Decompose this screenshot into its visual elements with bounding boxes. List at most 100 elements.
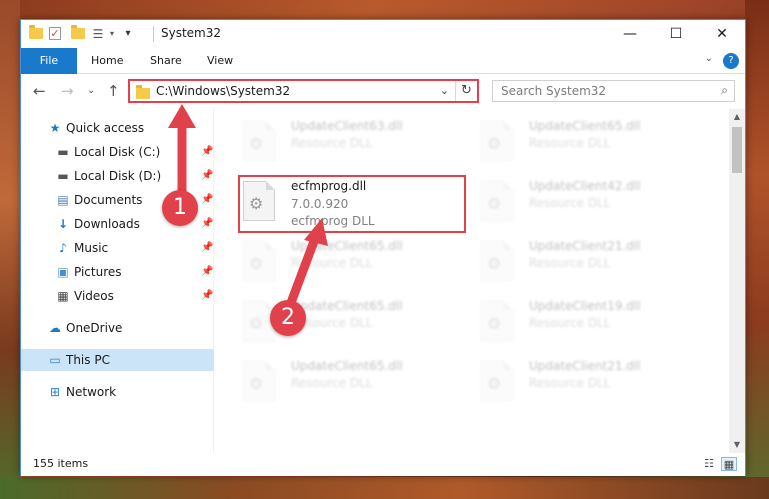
file-name: UpdateClient65.dll bbox=[291, 239, 403, 253]
file-type: Resource DLL bbox=[529, 316, 611, 330]
tab-home[interactable]: Home bbox=[91, 48, 123, 74]
scroll-up-icon[interactable]: ▲ bbox=[729, 109, 745, 125]
file-name: UpdateClient21.dll bbox=[529, 359, 641, 373]
cloud-icon: ☁ bbox=[49, 321, 61, 335]
music-icon: ♪ bbox=[59, 241, 67, 255]
dll-file-icon: ⚙ bbox=[481, 301, 513, 341]
new-folder-icon[interactable] bbox=[71, 25, 85, 41]
dll-file-icon: ⚙ bbox=[481, 241, 513, 281]
customize-icon[interactable]: ☰ bbox=[91, 27, 105, 41]
sidebar-item-local-disk-c[interactable]: ▬ Local Disk (C:) 📌 bbox=[21, 141, 214, 163]
search-input[interactable]: Search System32 ⌕ bbox=[492, 80, 735, 102]
pin-icon: 📌 bbox=[201, 218, 214, 229]
scroll-thumb[interactable] bbox=[732, 127, 742, 173]
maximize-button[interactable]: ☐ bbox=[653, 20, 699, 48]
folder-icon bbox=[29, 25, 43, 41]
status-bar: 155 items ☷ ▦ bbox=[21, 453, 745, 476]
list-item[interactable]: ⚙ UpdateClient21.dll Resource DLL bbox=[481, 239, 701, 291]
chevron-down-icon[interactable]: ▾ bbox=[105, 27, 119, 41]
desktop-background-left bbox=[0, 0, 20, 499]
videos-icon: ▦ bbox=[57, 289, 69, 303]
callout-step-1: 1 bbox=[162, 190, 198, 226]
sidebar-item-music[interactable]: ♪ Music 📌 bbox=[21, 237, 214, 259]
details-view-icon[interactable]: ☷ bbox=[701, 457, 717, 471]
sidebar-item-label: Local Disk (C:) bbox=[74, 145, 161, 159]
dll-file-icon: ⚙ bbox=[481, 181, 513, 221]
pin-icon: 📌 bbox=[201, 194, 214, 205]
sidebar-item-label: This PC bbox=[66, 353, 110, 367]
search-icon[interactable]: ⌕ bbox=[721, 83, 728, 98]
tab-view[interactable]: View bbox=[207, 48, 233, 74]
drive-icon: ▬ bbox=[57, 169, 69, 183]
pin-icon: 📌 bbox=[201, 290, 214, 301]
dll-file-icon: ⚙ bbox=[243, 361, 275, 401]
file-name: UpdateClient19.dll bbox=[529, 299, 641, 313]
list-item[interactable]: ⚙ UpdateClient19.dll Resource DLL bbox=[481, 299, 701, 351]
dll-file-icon: ⚙ bbox=[243, 241, 275, 281]
large-icons-view-icon[interactable]: ▦ bbox=[721, 457, 737, 471]
file-name: UpdateClient65.dll bbox=[291, 299, 403, 313]
sidebar-item-this-pc[interactable]: ▭ This PC bbox=[21, 349, 214, 371]
file-name: UpdateClient65.dll bbox=[529, 119, 641, 133]
pictures-icon: ▣ bbox=[57, 265, 69, 279]
list-item[interactable]: ⚙ UpdateClient65.dll Resource DLL bbox=[481, 119, 701, 171]
sidebar-item-label: Downloads bbox=[74, 217, 140, 231]
sidebar-item-label: Videos bbox=[74, 289, 114, 303]
network-icon: ⊞ bbox=[49, 385, 61, 399]
vertical-scrollbar[interactable]: ▲ ▼ bbox=[729, 109, 745, 453]
quick-access-toolbar-dropdown-icon[interactable]: ▾ bbox=[121, 27, 135, 41]
sidebar-item-network[interactable]: ⊞ Network bbox=[21, 381, 214, 403]
properties-icon[interactable]: ✓ bbox=[49, 27, 61, 40]
title-bar: ✓ ☰ ▾ ▾ System32 — ☐ ✕ bbox=[21, 20, 745, 48]
help-icon[interactable]: ? bbox=[723, 53, 739, 69]
pin-icon: 📌 bbox=[201, 146, 214, 157]
address-dropdown-icon[interactable]: ⌄ bbox=[440, 84, 449, 97]
dll-file-icon: ⚙ bbox=[243, 121, 275, 161]
file-explorer-window: ✓ ☰ ▾ ▾ System32 — ☐ ✕ File Home Share V… bbox=[20, 19, 746, 476]
address-bar[interactable]: C:\Windows\System32 ⌄ ↻ bbox=[128, 79, 479, 103]
sidebar-item-local-disk-d[interactable]: ▬ Local Disk (D:) 📌 bbox=[21, 165, 214, 187]
list-item[interactable]: ⚙ UpdateClient65.dll Resource DLL bbox=[243, 239, 463, 291]
dll-file-icon: ⚙ bbox=[481, 121, 513, 161]
title-separator bbox=[153, 26, 154, 42]
downloads-icon: ↓ bbox=[57, 217, 69, 231]
sidebar-item-pictures[interactable]: ▣ Pictures 📌 bbox=[21, 261, 214, 283]
tab-share[interactable]: Share bbox=[150, 48, 182, 74]
up-button[interactable]: ↑ bbox=[107, 83, 120, 99]
list-item[interactable]: ⚙ UpdateClient21.dll Resource DLL bbox=[481, 359, 701, 411]
sidebar-item-label: Documents bbox=[74, 193, 143, 207]
list-item[interactable]: ⚙ UpdateClient65.dll Resource DLL bbox=[243, 359, 463, 411]
pin-icon: 📌 bbox=[201, 170, 214, 181]
tab-file[interactable]: File bbox=[21, 48, 77, 74]
computer-icon: ▭ bbox=[49, 353, 61, 367]
folder-icon bbox=[136, 85, 150, 99]
sidebar-item-label: Quick access bbox=[66, 121, 145, 135]
scroll-down-icon[interactable]: ▼ bbox=[729, 437, 745, 453]
documents-icon: ▤ bbox=[57, 193, 69, 207]
window-title: System32 bbox=[161, 26, 222, 40]
recent-locations-button[interactable]: ⌄ bbox=[87, 83, 95, 99]
minimize-button[interactable]: — bbox=[607, 20, 653, 48]
list-item[interactable]: ⚙ UpdateClient63.dll Resource DLL bbox=[243, 119, 463, 171]
file-type: Resource DLL bbox=[291, 256, 373, 270]
forward-button[interactable]: → bbox=[61, 83, 74, 99]
list-item[interactable]: ⚙ UpdateClient42.dll Resource DLL bbox=[481, 179, 701, 231]
drive-icon: ▬ bbox=[57, 145, 69, 159]
sidebar-item-onedrive[interactable]: ☁ OneDrive bbox=[21, 317, 214, 339]
file-highlight-box bbox=[238, 175, 466, 233]
close-button[interactable]: ✕ bbox=[699, 20, 745, 48]
file-type: Resource DLL bbox=[529, 376, 611, 390]
sidebar-item-label: Network bbox=[66, 385, 117, 399]
back-button[interactable]: ← bbox=[33, 83, 46, 99]
file-type: Resource DLL bbox=[529, 136, 611, 150]
sidebar-item-label: Pictures bbox=[74, 265, 122, 279]
refresh-button[interactable]: ↻ bbox=[455, 81, 477, 101]
address-path[interactable]: C:\Windows\System32 bbox=[156, 84, 290, 98]
file-name: UpdateClient21.dll bbox=[529, 239, 641, 253]
sidebar-item-videos[interactable]: ▦ Videos 📌 bbox=[21, 285, 214, 307]
file-list: ⚙ UpdateClient63.dll Resource DLL ⚙ Upda… bbox=[215, 109, 731, 453]
expand-ribbon-icon[interactable]: ⌄ bbox=[705, 53, 713, 64]
sidebar-item-quick-access[interactable]: ★ Quick access bbox=[21, 117, 214, 139]
callout-step-2: 2 bbox=[270, 300, 306, 336]
dll-file-icon: ⚙ bbox=[481, 361, 513, 401]
